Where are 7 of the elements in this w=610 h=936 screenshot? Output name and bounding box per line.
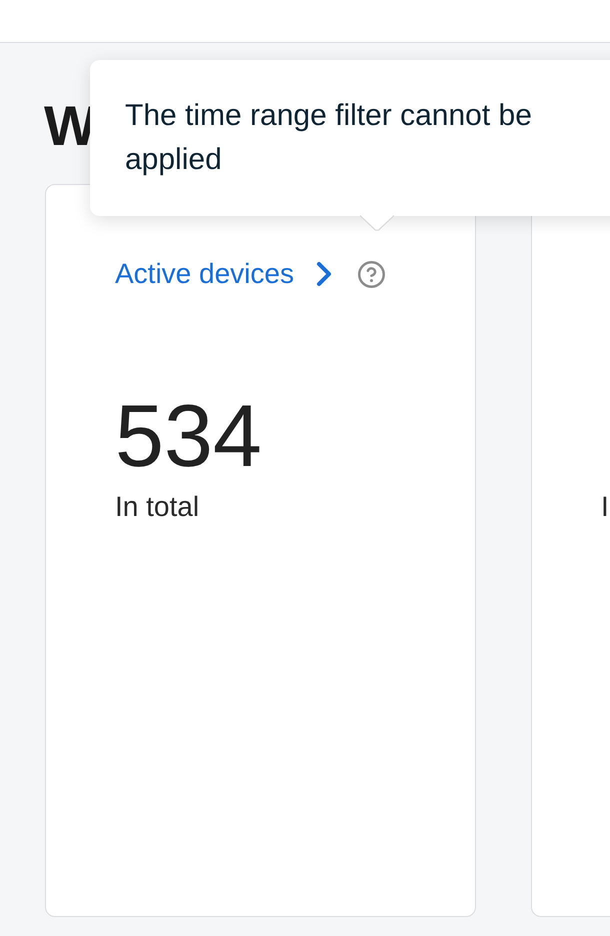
stat-value: 534 <box>115 392 262 480</box>
card-link[interactable]: Active devices <box>115 257 333 291</box>
stat-label: In total <box>115 490 200 524</box>
tooltip-text: The time range filter cannot be applied <box>125 98 533 178</box>
stat-label: I <box>601 490 609 524</box>
chevron-right-icon <box>314 260 333 288</box>
help-icon[interactable] <box>358 260 385 288</box>
